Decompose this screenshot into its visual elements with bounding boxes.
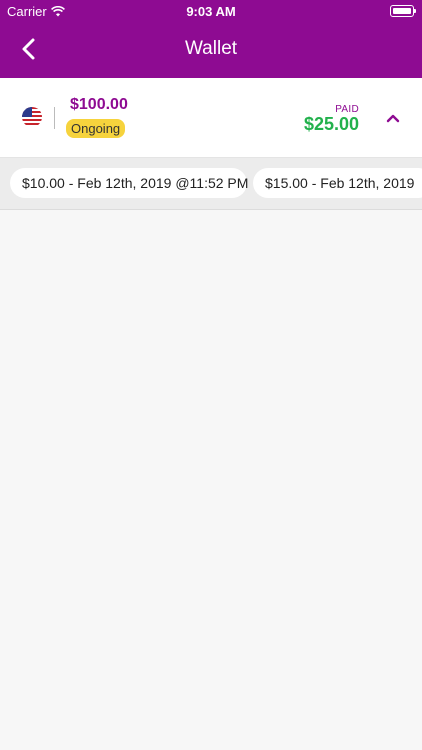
us-flag-icon [22,107,42,127]
payment-chip[interactable]: $10.00 - Feb 12th, 2019 @11:52 PM [10,168,248,198]
payment-chip[interactable]: $15.00 - Feb 12th, 2019 [253,168,422,198]
summary-divider [54,107,55,129]
chevron-up-icon [386,114,400,123]
battery-icon [390,5,416,17]
collapse-button[interactable] [385,111,401,123]
status-badge: Ongoing [66,119,126,138]
payment-chips-row[interactable]: $10.00 - Feb 12th, 2019 @11:52 PM $15.00… [0,158,422,210]
wallet-amount: $100.00 [70,96,128,113]
paid-amount: $25.00 [303,114,359,134]
status-time: 9:03 AM [186,4,236,19]
status-bar: Carrier 9:03 AM [0,0,422,22]
page-title: Wallet [184,38,238,59]
app-header: Carrier 9:03 AM Wallet [0,0,422,78]
content-area [0,210,422,750]
